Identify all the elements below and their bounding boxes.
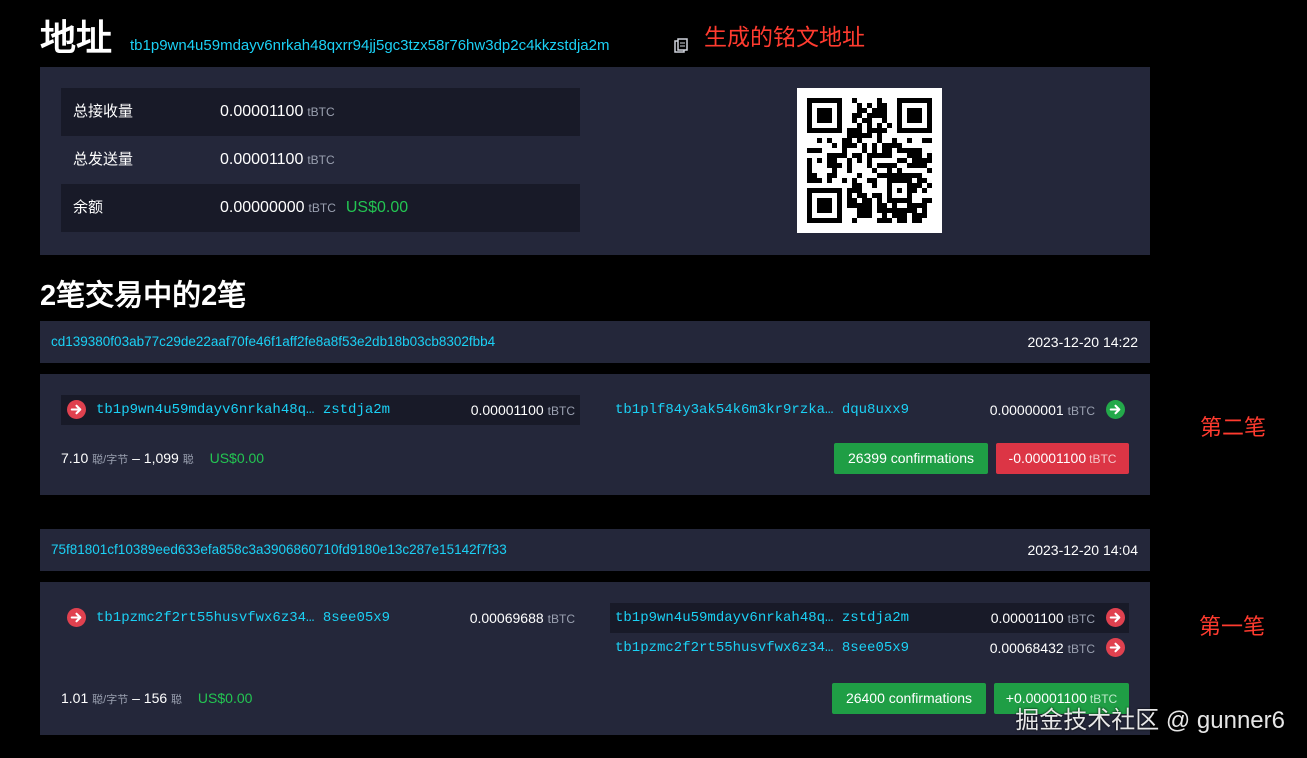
tx-input-row: tb1p9wn4u59mdayv6nrkah48q… zstdja2m 0.00… <box>61 395 580 425</box>
summary-value: 0.00000000 tBTC US$0.00 <box>220 199 409 216</box>
summary-label: 余额 <box>73 199 104 216</box>
summary-label: 总接收量 <box>73 103 134 120</box>
fee-usd: US$0.00 <box>209 450 265 466</box>
summary-row-received: 总接收量 0.00001100 tBTC <box>61 88 580 136</box>
tx-header: 75f81801cf10389eed633efa858c3a3906860710… <box>40 529 1150 571</box>
tx-input-row: tb1pzmc2f2rt55husvfwx6z34… 8see05x9 0.00… <box>61 603 580 633</box>
output-address[interactable]: tb1pzmc2f2rt55husvfwx6z34… 8see05x9 <box>615 633 909 663</box>
qr-code <box>797 88 942 233</box>
arrow-right-circle-red-icon[interactable] <box>1106 638 1125 657</box>
summary-row-balance: 余额 0.00000000 tBTC US$0.00 <box>61 184 580 232</box>
arrow-right-circle-red-icon[interactable] <box>67 608 86 627</box>
output-address[interactable]: tb1p9wn4u59mdayv6nrkah48q… zstdja2m <box>615 603 909 633</box>
input-amount: 0.00069688 tBTC <box>469 610 575 626</box>
tx-body: tb1p9wn4u59mdayv6nrkah48q… zstdja2m 0.00… <box>40 374 1150 495</box>
fee-usd: US$0.00 <box>197 690 253 706</box>
output-amount: 0.00000001 tBTC <box>989 402 1095 418</box>
output-amount: 0.00001100 tBTC <box>990 610 1095 626</box>
tx-body: tb1pzmc2f2rt55husvfwx6z34… 8see05x9 0.00… <box>40 582 1150 735</box>
confirmations-badge: 26400 confirmations <box>832 683 986 714</box>
arrow-right-circle-red-icon[interactable] <box>67 400 86 419</box>
tx-time: 2023-12-20 14:04 <box>1027 542 1138 558</box>
txid-link[interactable]: cd139380f03ab77c29de22aaf70fe46f1aff2fe8… <box>51 321 495 363</box>
watermark: 掘金技术社区 @ gunner6 <box>1015 707 1285 734</box>
input-address[interactable]: tb1pzmc2f2rt55husvfwx6z34… 8see05x9 <box>96 603 390 633</box>
confirmations-badge: 26399 confirmations <box>834 443 988 474</box>
address-link[interactable]: tb1p9wn4u59mdayv6nrkah48qxrr94jj5gc3tzx5… <box>130 36 609 56</box>
balance-delta-badge: -0.00001100 tBTC <box>996 443 1129 474</box>
output-address[interactable]: tb1plf84y3ak54k6m3kr9rzka… dqu8uxx9 <box>615 395 909 425</box>
fee-info: 7.10 聪/字节 – 1,099 聪 US$0.00 <box>61 450 265 466</box>
output-amount: 0.00068432 tBTC <box>989 640 1095 656</box>
tx-output-row: tb1pzmc2f2rt55husvfwx6z34… 8see05x9 0.00… <box>610 633 1129 663</box>
input-address[interactable]: tb1p9wn4u59mdayv6nrkah48q… zstdja2m <box>96 395 390 425</box>
summary-value: 0.00001100 tBTC <box>220 103 335 120</box>
arrow-right-circle-red-icon[interactable] <box>1106 608 1125 627</box>
summary-label: 总发送量 <box>73 151 134 168</box>
transactions-heading: 2笔交易中的2笔 <box>40 280 247 312</box>
page-title: 地址 <box>40 17 113 58</box>
tx-output-row: tb1p9wn4u59mdayv6nrkah48q… zstdja2m 0.00… <box>610 603 1129 633</box>
annotation-inscription-address: 生成的铭文地址 <box>704 24 865 50</box>
fee-info: 1.01 聪/字节 – 156 聪 US$0.00 <box>61 690 253 706</box>
txid-link[interactable]: 75f81801cf10389eed633efa858c3a3906860710… <box>51 529 507 571</box>
balance-usd: US$0.00 <box>345 199 409 216</box>
summary-row-sent: 总发送量 0.00001100 tBTC <box>61 136 580 184</box>
tx-time: 2023-12-20 14:22 <box>1027 334 1138 350</box>
copy-icon[interactable] <box>674 38 688 54</box>
tx-header: cd139380f03ab77c29de22aaf70fe46f1aff2fe8… <box>40 321 1150 363</box>
annotation-first-tx: 第一笔 <box>1199 614 1266 639</box>
summary-value: 0.00001100 tBTC <box>220 151 335 168</box>
tx-output-row: tb1plf84y3ak54k6m3kr9rzka… dqu8uxx9 0.00… <box>610 395 1129 425</box>
input-amount: 0.00001100 tBTC <box>470 402 575 418</box>
arrow-right-circle-green-icon[interactable] <box>1106 400 1125 419</box>
address-summary-panel: 总接收量 0.00001100 tBTC 总发送量 0.00001100 tBTC … <box>40 67 1150 255</box>
annotation-second-tx: 第二笔 <box>1200 415 1267 440</box>
